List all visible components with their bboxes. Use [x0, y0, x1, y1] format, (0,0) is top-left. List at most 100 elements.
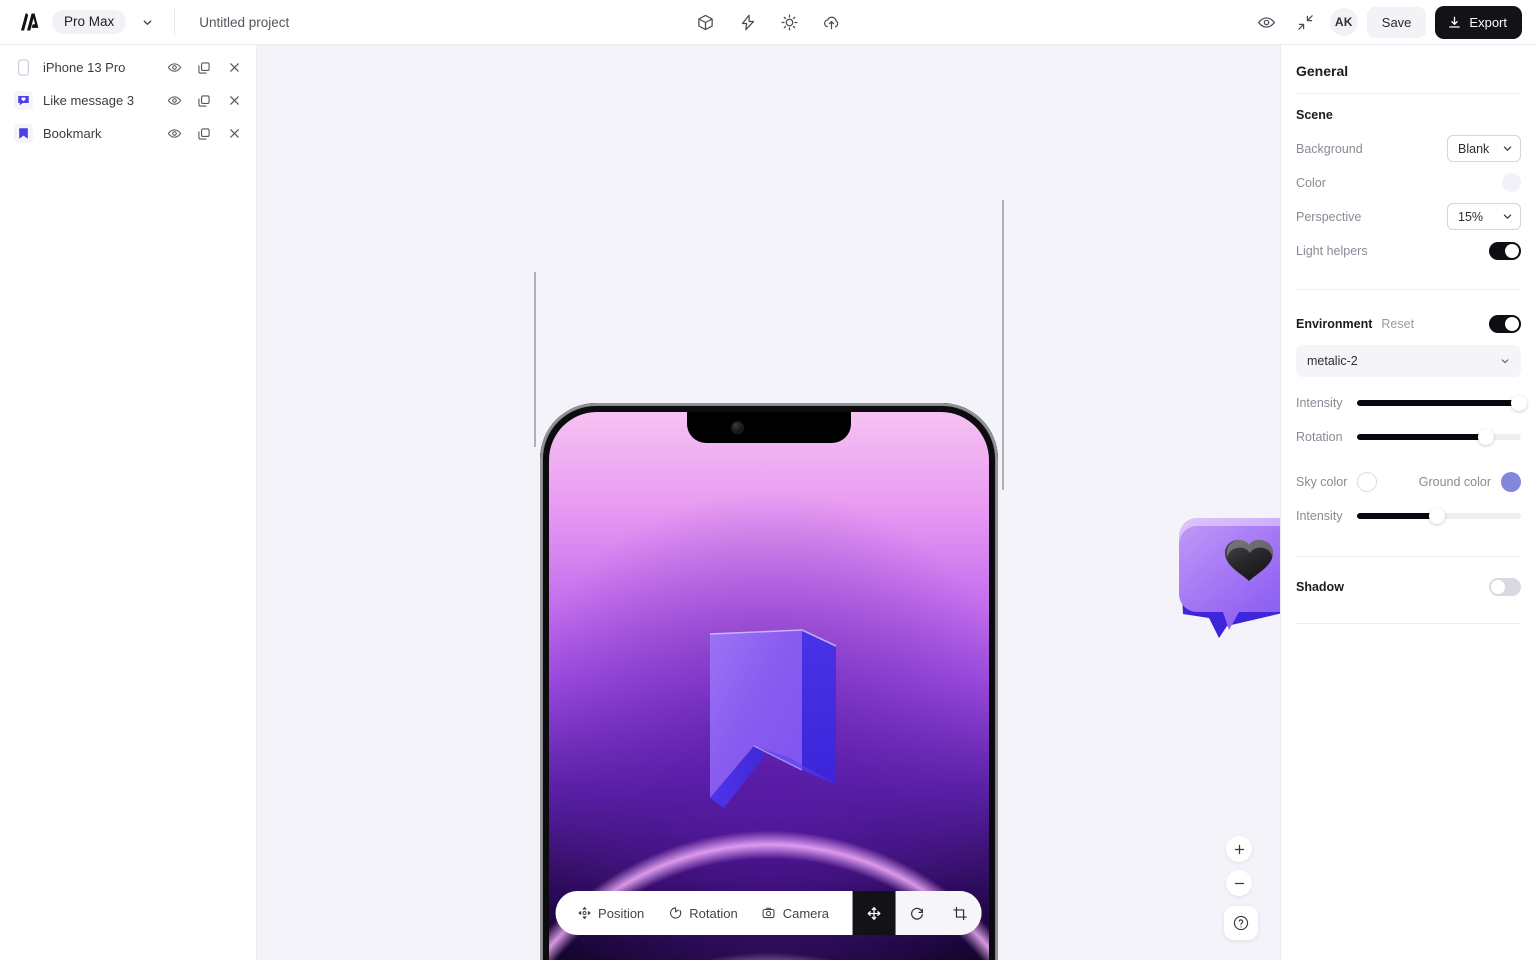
download-icon	[1447, 15, 1462, 30]
cloud-upload-icon[interactable]	[816, 8, 846, 38]
minus-icon[interactable]	[1226, 870, 1252, 896]
toolbar-rotation-button[interactable]: Rotation	[668, 906, 750, 921]
top-bar: Pro Max Untitled project AK Save Export	[0, 0, 1536, 45]
plus-icon[interactable]	[1226, 836, 1252, 862]
slider-thumb[interactable]	[1511, 394, 1528, 411]
environment-toggle[interactable]	[1489, 314, 1521, 333]
shadow-section: Shadow	[1296, 557, 1521, 609]
layer-actions	[166, 60, 242, 76]
transform-toolbar: Position Rotation Camera	[555, 891, 982, 935]
layers-panel: iPhone 13 Pro Like message 3 Bookmark	[0, 45, 257, 960]
light-helpers-toggle[interactable]	[1489, 241, 1521, 260]
inspector-title: General	[1296, 63, 1349, 79]
ground-intensity-label: Intensity	[1296, 508, 1343, 523]
ground-color-swatch[interactable]	[1501, 471, 1521, 492]
speech-bubble-heart-icon	[14, 91, 33, 110]
export-button[interactable]: Export	[1435, 5, 1522, 39]
export-button-label: Export	[1469, 14, 1507, 30]
phone-outline-icon	[14, 58, 33, 77]
slider-thumb[interactable]	[1429, 507, 1446, 524]
rotate-circle-icon[interactable]	[896, 891, 939, 935]
perspective-row: Perspective 15%	[1296, 201, 1521, 232]
close-icon[interactable]	[226, 126, 242, 142]
workspace-chip[interactable]: Pro Max	[52, 10, 127, 34]
background-value: Blank	[1458, 141, 1490, 156]
app-root: Pro Max Untitled project AK Save Export …	[0, 0, 1536, 960]
background-label: Background	[1296, 141, 1363, 156]
collapse-arrows-icon[interactable]	[1291, 7, 1321, 37]
project-title[interactable]: Untitled project	[199, 15, 289, 30]
scene-color-swatch[interactable]	[1502, 173, 1521, 192]
ground-intensity-slider[interactable]	[1356, 507, 1521, 525]
duplicate-icon[interactable]	[196, 93, 212, 109]
workspace: iPhone 13 Pro Like message 3 Bookmark Po…	[0, 45, 1536, 960]
sky-color-label: Sky color	[1296, 474, 1348, 489]
eye-icon[interactable]	[166, 93, 182, 109]
layer-item-bookmark[interactable]: Bookmark	[0, 117, 256, 150]
environment-intensity-row: Intensity	[1296, 387, 1528, 418]
perspective-label: Perspective	[1296, 209, 1362, 224]
layer-item-iphone[interactable]: iPhone 13 Pro	[0, 51, 256, 84]
sky-color-swatch[interactable]	[1357, 471, 1378, 492]
toolbar-camera-label: Camera	[782, 905, 829, 921]
lightning-bolt-icon[interactable]	[732, 8, 762, 38]
sun-icon[interactable]	[774, 8, 804, 38]
perspective-select[interactable]: 15%	[1447, 203, 1521, 230]
slider-fill	[1356, 512, 1438, 519]
sky-ground-color-row: Sky color Ground color	[1296, 466, 1521, 497]
top-bar-left: Pro Max Untitled project	[0, 9, 289, 35]
eye-icon[interactable]	[166, 126, 182, 142]
crop-icon[interactable]	[939, 891, 982, 935]
layer-name: Bookmark	[43, 126, 102, 141]
phone-notch	[686, 412, 851, 443]
toolbar-position-label: Position	[598, 905, 645, 921]
toolbar-position-button[interactable]: Position	[577, 906, 657, 921]
environment-intensity-label: Intensity	[1296, 395, 1343, 410]
light-helpers-label: Light helpers	[1296, 243, 1368, 258]
perspective-value: 15%	[1458, 209, 1484, 224]
environment-preset-select[interactable]: metalic-2	[1296, 345, 1521, 377]
transform-mode-group	[852, 891, 982, 935]
close-icon[interactable]	[226, 60, 242, 76]
chevron-down-icon[interactable]	[136, 11, 158, 33]
duplicate-icon[interactable]	[196, 60, 212, 76]
shadow-bottom-divider	[1296, 623, 1521, 624]
chevron-down-icon	[1500, 356, 1510, 366]
eye-icon[interactable]	[166, 60, 182, 76]
scene-section-label: Scene	[1296, 108, 1333, 122]
light-helper-line-right	[1002, 200, 1004, 490]
toggle-knob	[1505, 316, 1519, 331]
chevron-down-icon	[1502, 211, 1513, 222]
environment-rotation-label: Rotation	[1296, 429, 1343, 444]
layer-item-like-message[interactable]: Like message 3	[0, 84, 256, 117]
environment-header-row: Environment Reset	[1296, 308, 1521, 339]
environment-intensity-slider[interactable]	[1356, 394, 1528, 412]
toolbar-camera-button[interactable]: Camera	[762, 906, 842, 921]
move-gizmo-icon	[577, 906, 591, 920]
avatar[interactable]: AK	[1329, 8, 1358, 36]
environment-rotation-slider[interactable]	[1356, 428, 1521, 446]
bookmark-3d-object[interactable]	[684, 620, 844, 820]
move-arrows-icon[interactable]	[852, 891, 896, 935]
viewport-canvas[interactable]: Position Rotation Camera	[257, 45, 1280, 960]
cube-icon[interactable]	[690, 8, 720, 38]
environment-rotation-row: Rotation	[1296, 421, 1521, 452]
close-icon[interactable]	[226, 93, 242, 109]
like-message-bubble-3d-object[interactable]	[1163, 510, 1280, 645]
toolbar-rotation-label: Rotation	[689, 905, 738, 921]
top-bar-divider	[174, 9, 176, 35]
environment-reset-link[interactable]: Reset	[1381, 317, 1414, 331]
background-select[interactable]: Blank	[1447, 135, 1521, 162]
slider-thumb[interactable]	[1478, 428, 1495, 445]
layer-actions	[166, 93, 242, 109]
scene-section: Scene Background Blank Color Perspective…	[1296, 94, 1521, 273]
save-button[interactable]: Save	[1366, 6, 1427, 38]
shadow-toggle[interactable]	[1489, 577, 1521, 596]
eye-icon[interactable]	[1252, 7, 1282, 37]
bookmark-icon	[14, 124, 33, 143]
background-row: Background Blank	[1296, 133, 1521, 164]
spline-logo-icon[interactable]	[16, 9, 42, 35]
question-mark-icon[interactable]	[1224, 906, 1258, 940]
duplicate-icon[interactable]	[196, 126, 212, 142]
shadow-label: Shadow	[1296, 579, 1344, 594]
